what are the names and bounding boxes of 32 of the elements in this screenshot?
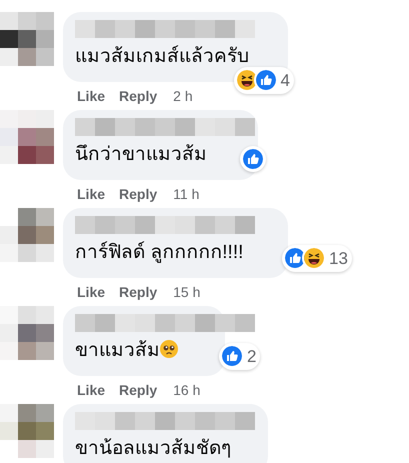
reaction-count: 2 [247, 346, 256, 368]
timestamp[interactable]: 15 h [173, 282, 200, 302]
action-link[interactable]: Reply [119, 380, 158, 400]
avatar[interactable] [0, 12, 54, 66]
comment-text: ขาแมวส้ม [75, 338, 213, 364]
action-link[interactable]: Like [77, 282, 106, 302]
like-icon [254, 68, 278, 92]
comment-text: นึกว่าขาแมวส้ม [75, 143, 208, 167]
comment-text: การ์ฟิลด์ ลูกกกกก!!!! [75, 240, 244, 265]
reaction-summary[interactable] [240, 146, 266, 172]
action-link[interactable]: Like [77, 380, 106, 400]
timestamp[interactable]: 11 h [173, 184, 200, 204]
comment-text: ขาน้อลแมวส้มชัดๆ [75, 437, 232, 461]
action-link[interactable]: Reply [119, 86, 158, 106]
reaction-count: 4 [280, 70, 290, 92]
reaction-count: 13 [329, 248, 348, 270]
timestamp[interactable]: 16 h [173, 380, 200, 400]
reaction-summary[interactable]: 13 [282, 244, 352, 272]
avatar[interactable] [0, 208, 54, 262]
reaction-summary[interactable]: 2 [219, 342, 260, 370]
like-icon [220, 344, 244, 368]
action-link[interactable]: Like [77, 86, 106, 106]
avatar[interactable] [0, 110, 54, 164]
timestamp[interactable]: 2 h [173, 86, 193, 106]
pleading-face-icon [160, 340, 178, 358]
comment-text: แมวส้มเกมส์แล้วครับ [75, 44, 250, 69]
action-link[interactable]: Reply [119, 184, 158, 204]
action-link[interactable]: Like [77, 184, 106, 204]
reaction-summary[interactable]: 4 [234, 66, 294, 94]
like-icon [241, 147, 265, 171]
action-link[interactable]: Reply [119, 282, 158, 302]
laughing-emoji-icon [302, 246, 326, 270]
